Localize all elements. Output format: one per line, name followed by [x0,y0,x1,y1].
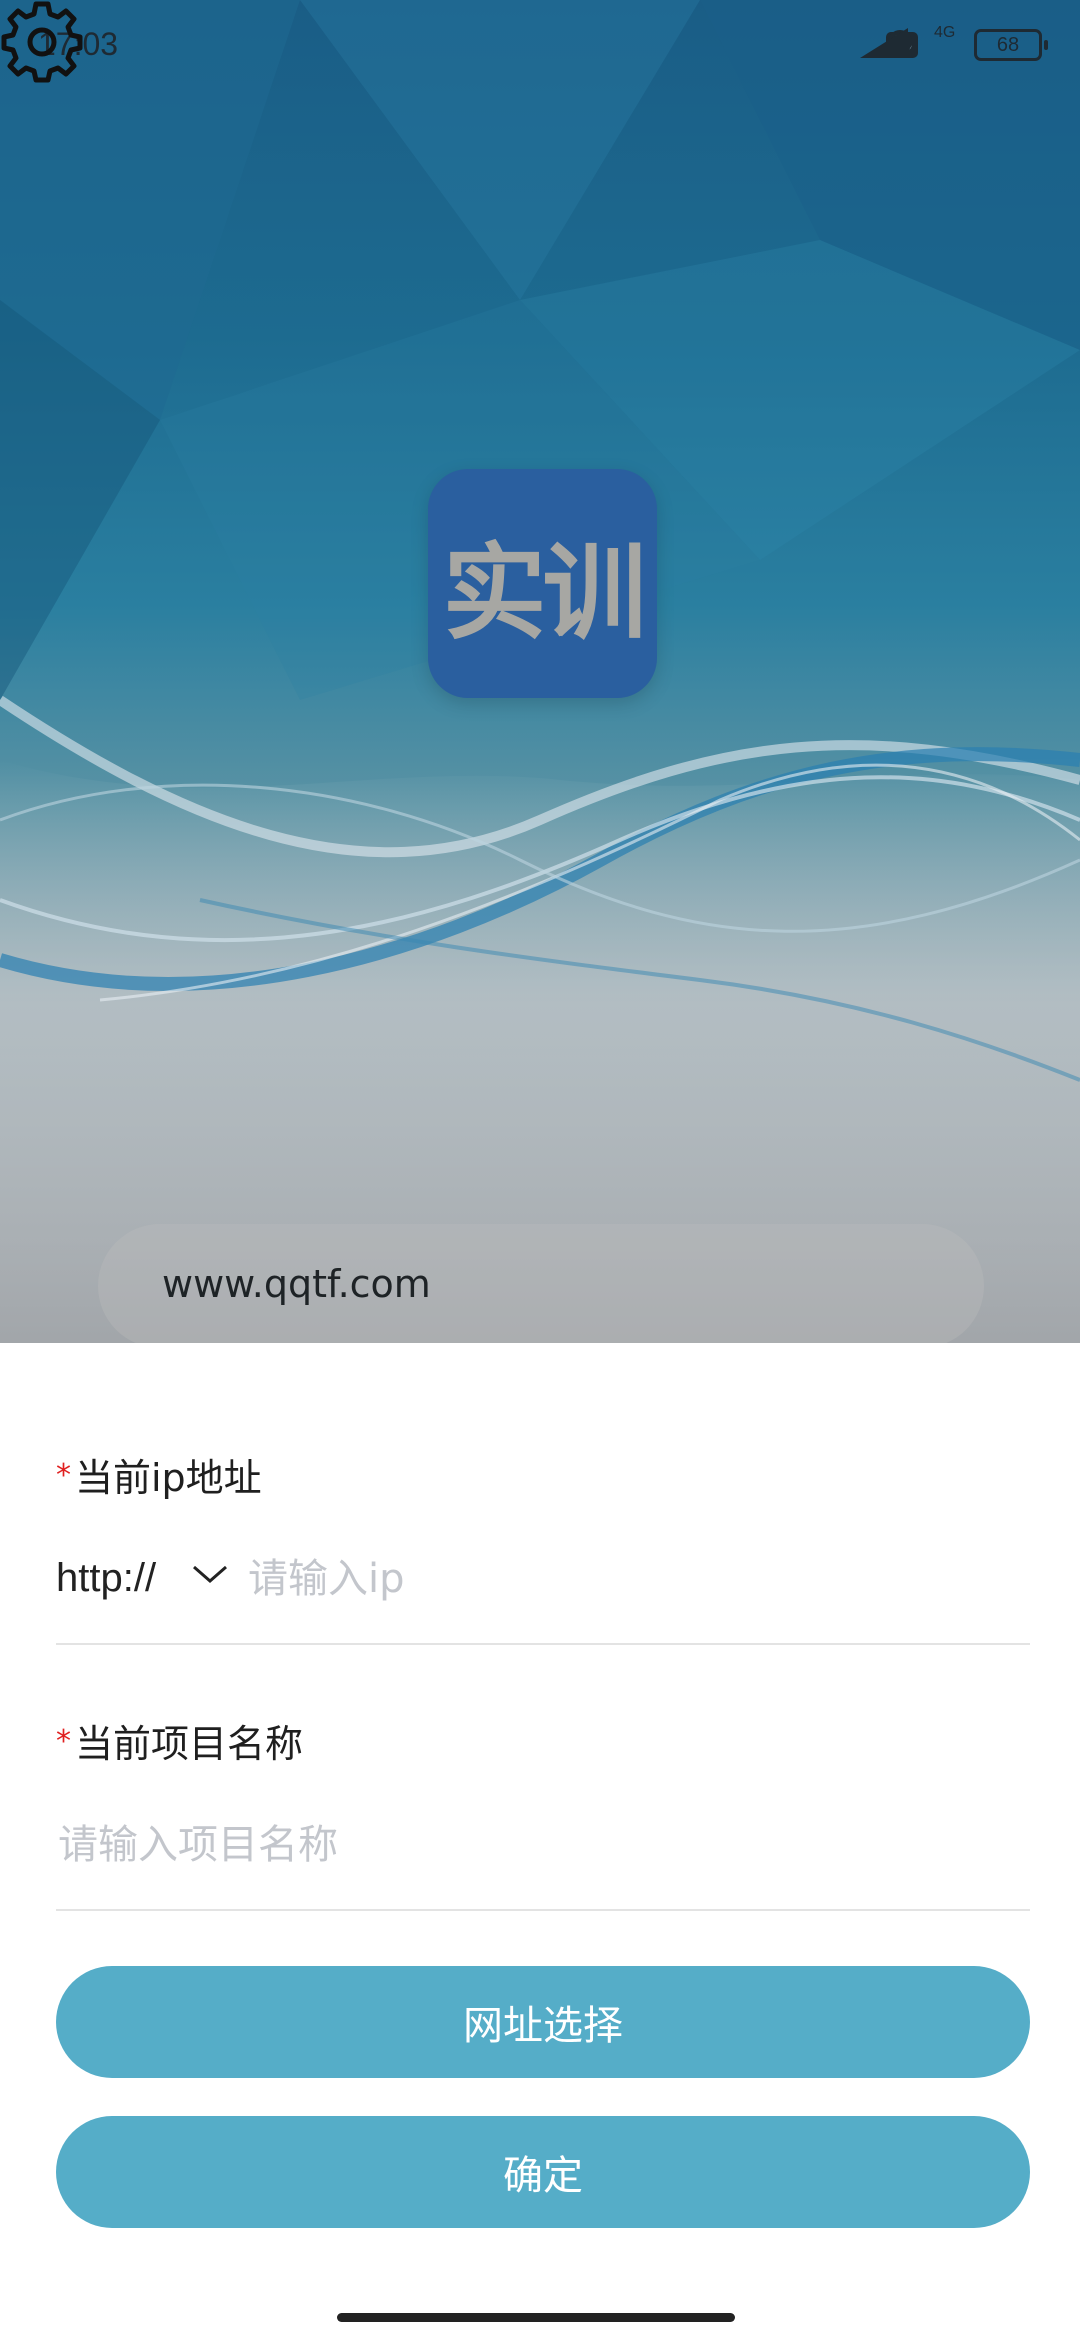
network-type: 4G [934,24,958,62]
required-mark: * [56,1724,71,1759]
status-bar: 17:03 HD 4G 68 [0,0,1080,96]
project-name-input[interactable] [56,1809,1020,1881]
ip-label: * 当前ip地址 [56,1447,262,1502]
ip-input[interactable] [246,1543,1010,1615]
home-indicator[interactable] [337,2313,735,2322]
logo-text: 实训 [442,532,646,654]
app-logo: 实训 [428,469,657,698]
project-label-text: 当前项目名称 [75,1722,304,1766]
project-label: * 当前项目名称 [56,1713,303,1768]
gear-icon[interactable] [0,0,84,84]
protocol-select[interactable]: http:// [56,1556,156,1601]
battery-icon: 68 [974,29,1048,61]
status-icons: HD 4G 68 [860,24,1048,62]
header-background: 17:03 HD 4G 68 实训 www.qqtf.com [0,0,1080,1343]
ip-label-text: 当前ip地址 [75,1456,262,1500]
project-field-row [56,1789,1030,1911]
signal-icon [860,28,908,58]
select-url-button[interactable]: 网址选择 [56,1966,1030,2078]
config-sheet: *当前ip地址 http:// *当前项目名称 网址选择 确定 [0,1343,1080,2340]
confirm-button[interactable]: 确定 [56,2116,1030,2228]
chevron-down-icon[interactable] [190,1559,230,1589]
network-label: 4G [934,24,956,41]
url-text: www.qqtf.com [162,1262,431,1306]
required-mark: * [56,1458,71,1493]
ip-field-row: http:// [56,1523,1030,1645]
